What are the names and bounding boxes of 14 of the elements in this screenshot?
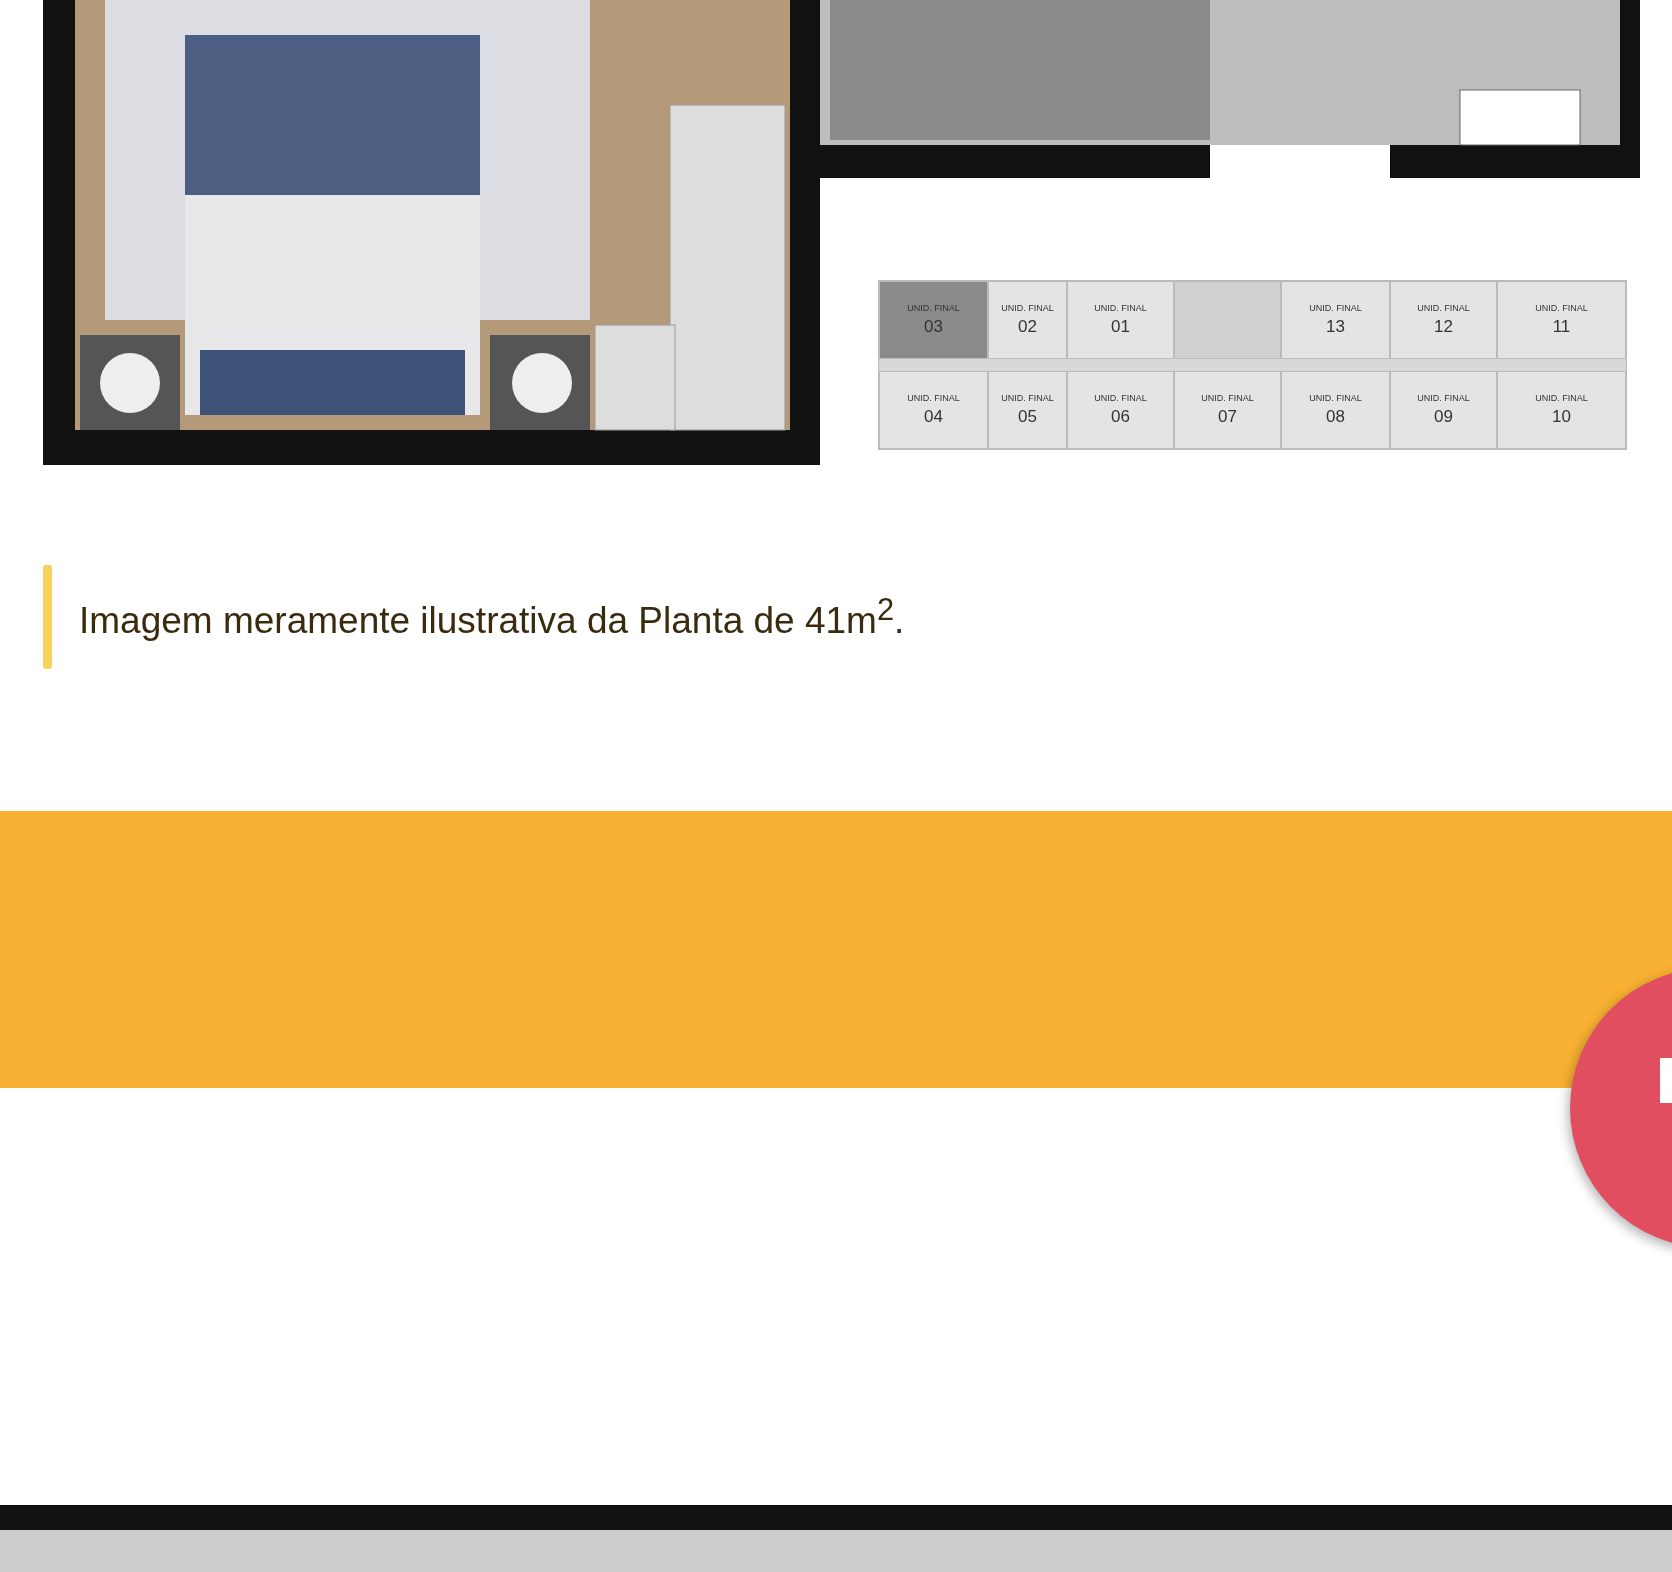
unit-cell: UNID. FINAL 03 (879, 281, 988, 359)
unit-cell: UNID. FINAL 05 (988, 371, 1067, 449)
unit-cell: UNID. FINAL 07 (1174, 371, 1281, 449)
unit-cell: UNID. FINAL 02 (988, 281, 1067, 359)
unit-cell: UNID. FINAL 13 (1281, 281, 1390, 359)
unit-cell: UNID. FINAL 10 (1497, 371, 1626, 449)
unit-cell: UNID. FINAL 08 (1281, 371, 1390, 449)
unit-cell: UNID. FINAL 09 (1390, 371, 1497, 449)
unit-cell: UNID. FINAL 06 (1067, 371, 1174, 449)
image-caption: Imagem meramente ilustrativa da Planta de 41m$^{2}$. (79, 591, 905, 643)
unit-cell: UNID. FINAL 11 (1497, 281, 1626, 359)
unit-cell: UNID. FINAL 04 (879, 371, 988, 449)
unit-cell: UNID. FINAL 12 (1390, 281, 1497, 359)
unit-cell: UNID. FINAL 01 (1067, 281, 1174, 359)
